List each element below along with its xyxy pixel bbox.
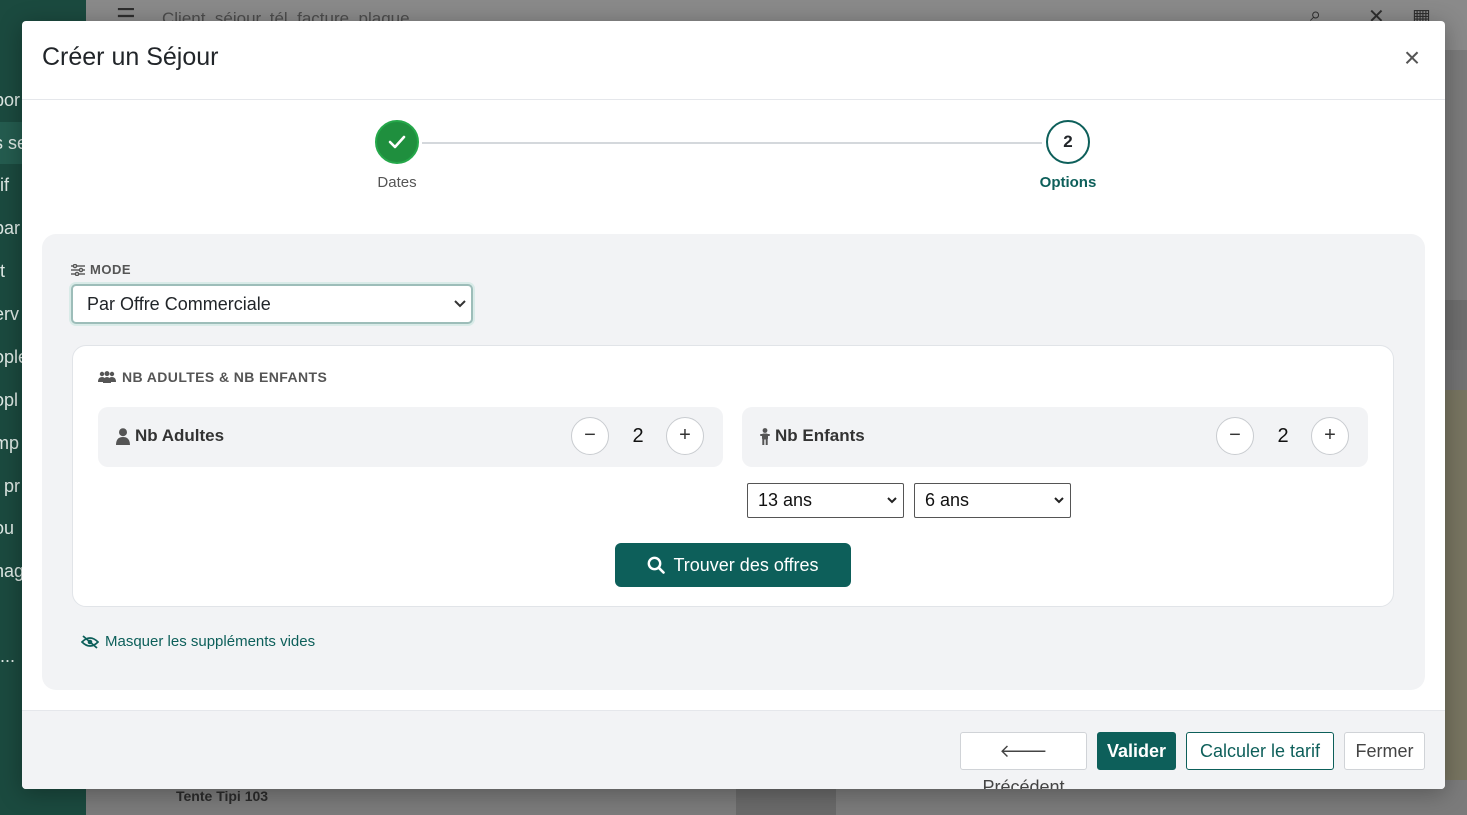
sidebar-item[interactable]: ou — [0, 518, 14, 539]
search-icon — [648, 556, 666, 574]
validate-button[interactable]: Valider — [1097, 732, 1176, 770]
modal-header: Créer un Séjour × — [22, 21, 1445, 100]
arrow-left-icon: 🡐 — [999, 741, 1048, 761]
sidebar-item[interactable]: por — [0, 90, 20, 111]
sidebar-item[interactable]: pr — [4, 476, 20, 497]
step-number: 2 — [1046, 120, 1090, 164]
sidebar-item[interactable]: t — [0, 261, 5, 282]
step-label: Options — [1039, 174, 1097, 191]
stepper: Dates 2 Options — [22, 100, 1445, 220]
previous-label: Précédent — [982, 777, 1065, 789]
modal-footer: 🡐 Précédent Valider Calculer le tarif Fe… — [22, 710, 1445, 789]
adults-decrement-button[interactable]: − — [571, 417, 609, 455]
guests-title-text: NB ADULTES & NB ENFANTS — [122, 369, 328, 385]
user-icon — [116, 427, 130, 445]
children-label-text: Nb Enfants — [775, 426, 865, 445]
adults-label: Nb Adultes — [116, 426, 224, 446]
mode-select[interactable]: Par Offre Commerciale — [71, 284, 473, 324]
bg-panel — [1445, 350, 1467, 390]
sidebar-item[interactable]: ... — [0, 646, 15, 667]
users-icon — [98, 370, 116, 383]
chevron-down-icon — [1053, 484, 1065, 530]
child-age-select-2[interactable]: 6 ans — [914, 483, 1071, 518]
bg-table-row-label: Tente Tipi 103 — [176, 788, 269, 804]
mode-label-text: MODE — [90, 262, 131, 277]
chevron-down-icon — [886, 484, 898, 530]
adults-increment-button[interactable]: + — [666, 417, 704, 455]
find-offers-label: Trouver des offres — [673, 554, 819, 575]
bg-table-cell — [736, 788, 836, 815]
find-offers-button[interactable]: Trouver des offres — [615, 543, 851, 587]
adults-value: 2 — [632, 425, 644, 447]
options-panel: MODE Par Offre Commerciale NB ADULTES & … — [42, 234, 1425, 690]
adults-counter: Nb Adultes − 2 + — [98, 407, 723, 467]
mode-label: MODE — [71, 262, 131, 277]
child-age-value: 6 ans — [925, 490, 970, 510]
sidebar-item[interactable]: opl — [0, 390, 18, 411]
sidebar-item[interactable]: par — [0, 218, 20, 239]
guests-card: NB ADULTES & NB ENFANTS Nb Adultes − 2 + — [72, 345, 1394, 607]
step-label: Dates — [377, 174, 417, 191]
close-button[interactable]: Fermer — [1344, 732, 1425, 770]
children-label: Nb Enfants — [760, 426, 865, 446]
bg-panel — [1445, 390, 1467, 780]
children-decrement-button[interactable]: − — [1216, 417, 1254, 455]
children-counter: Nb Enfants − 2 + — [742, 407, 1368, 467]
check-icon — [375, 120, 419, 164]
hide-empty-supplements-text: Masquer les suppléments vides — [105, 633, 316, 650]
calculate-rate-button[interactable]: Calculer le tarif — [1186, 732, 1334, 770]
children-value: 2 — [1277, 425, 1289, 447]
previous-button[interactable]: 🡐 Précédent — [960, 732, 1087, 789]
chevron-down-icon — [453, 286, 467, 336]
child-age-value: 13 ans — [758, 490, 813, 510]
sidebar-item[interactable]: nag — [0, 561, 24, 582]
create-stay-modal: Créer un Séjour × Dates 2 Options MODE P… — [22, 21, 1445, 789]
close-icon[interactable]: × — [1397, 43, 1427, 73]
child-icon — [760, 427, 770, 445]
child-age-select-1[interactable]: 13 ans — [747, 483, 904, 518]
guests-title: NB ADULTES & NB ENFANTS — [98, 369, 327, 385]
sidebar-item[interactable]: mp — [0, 433, 19, 454]
eye-slash-icon — [81, 634, 99, 649]
sliders-icon — [71, 263, 85, 276]
mode-selected-value: Par Offre Commerciale — [87, 294, 271, 314]
stepper-line — [422, 142, 1042, 144]
sidebar-item[interactable]: if — [0, 175, 9, 196]
sidebar-item[interactable]: erv — [0, 304, 19, 325]
adults-label-text: Nb Adultes — [135, 426, 225, 445]
hide-empty-supplements-link[interactable]: Masquer les suppléments vides — [81, 633, 315, 650]
children-increment-button[interactable]: + — [1311, 417, 1349, 455]
modal-title: Créer un Séjour — [42, 43, 219, 71]
bg-panel — [1445, 300, 1467, 350]
